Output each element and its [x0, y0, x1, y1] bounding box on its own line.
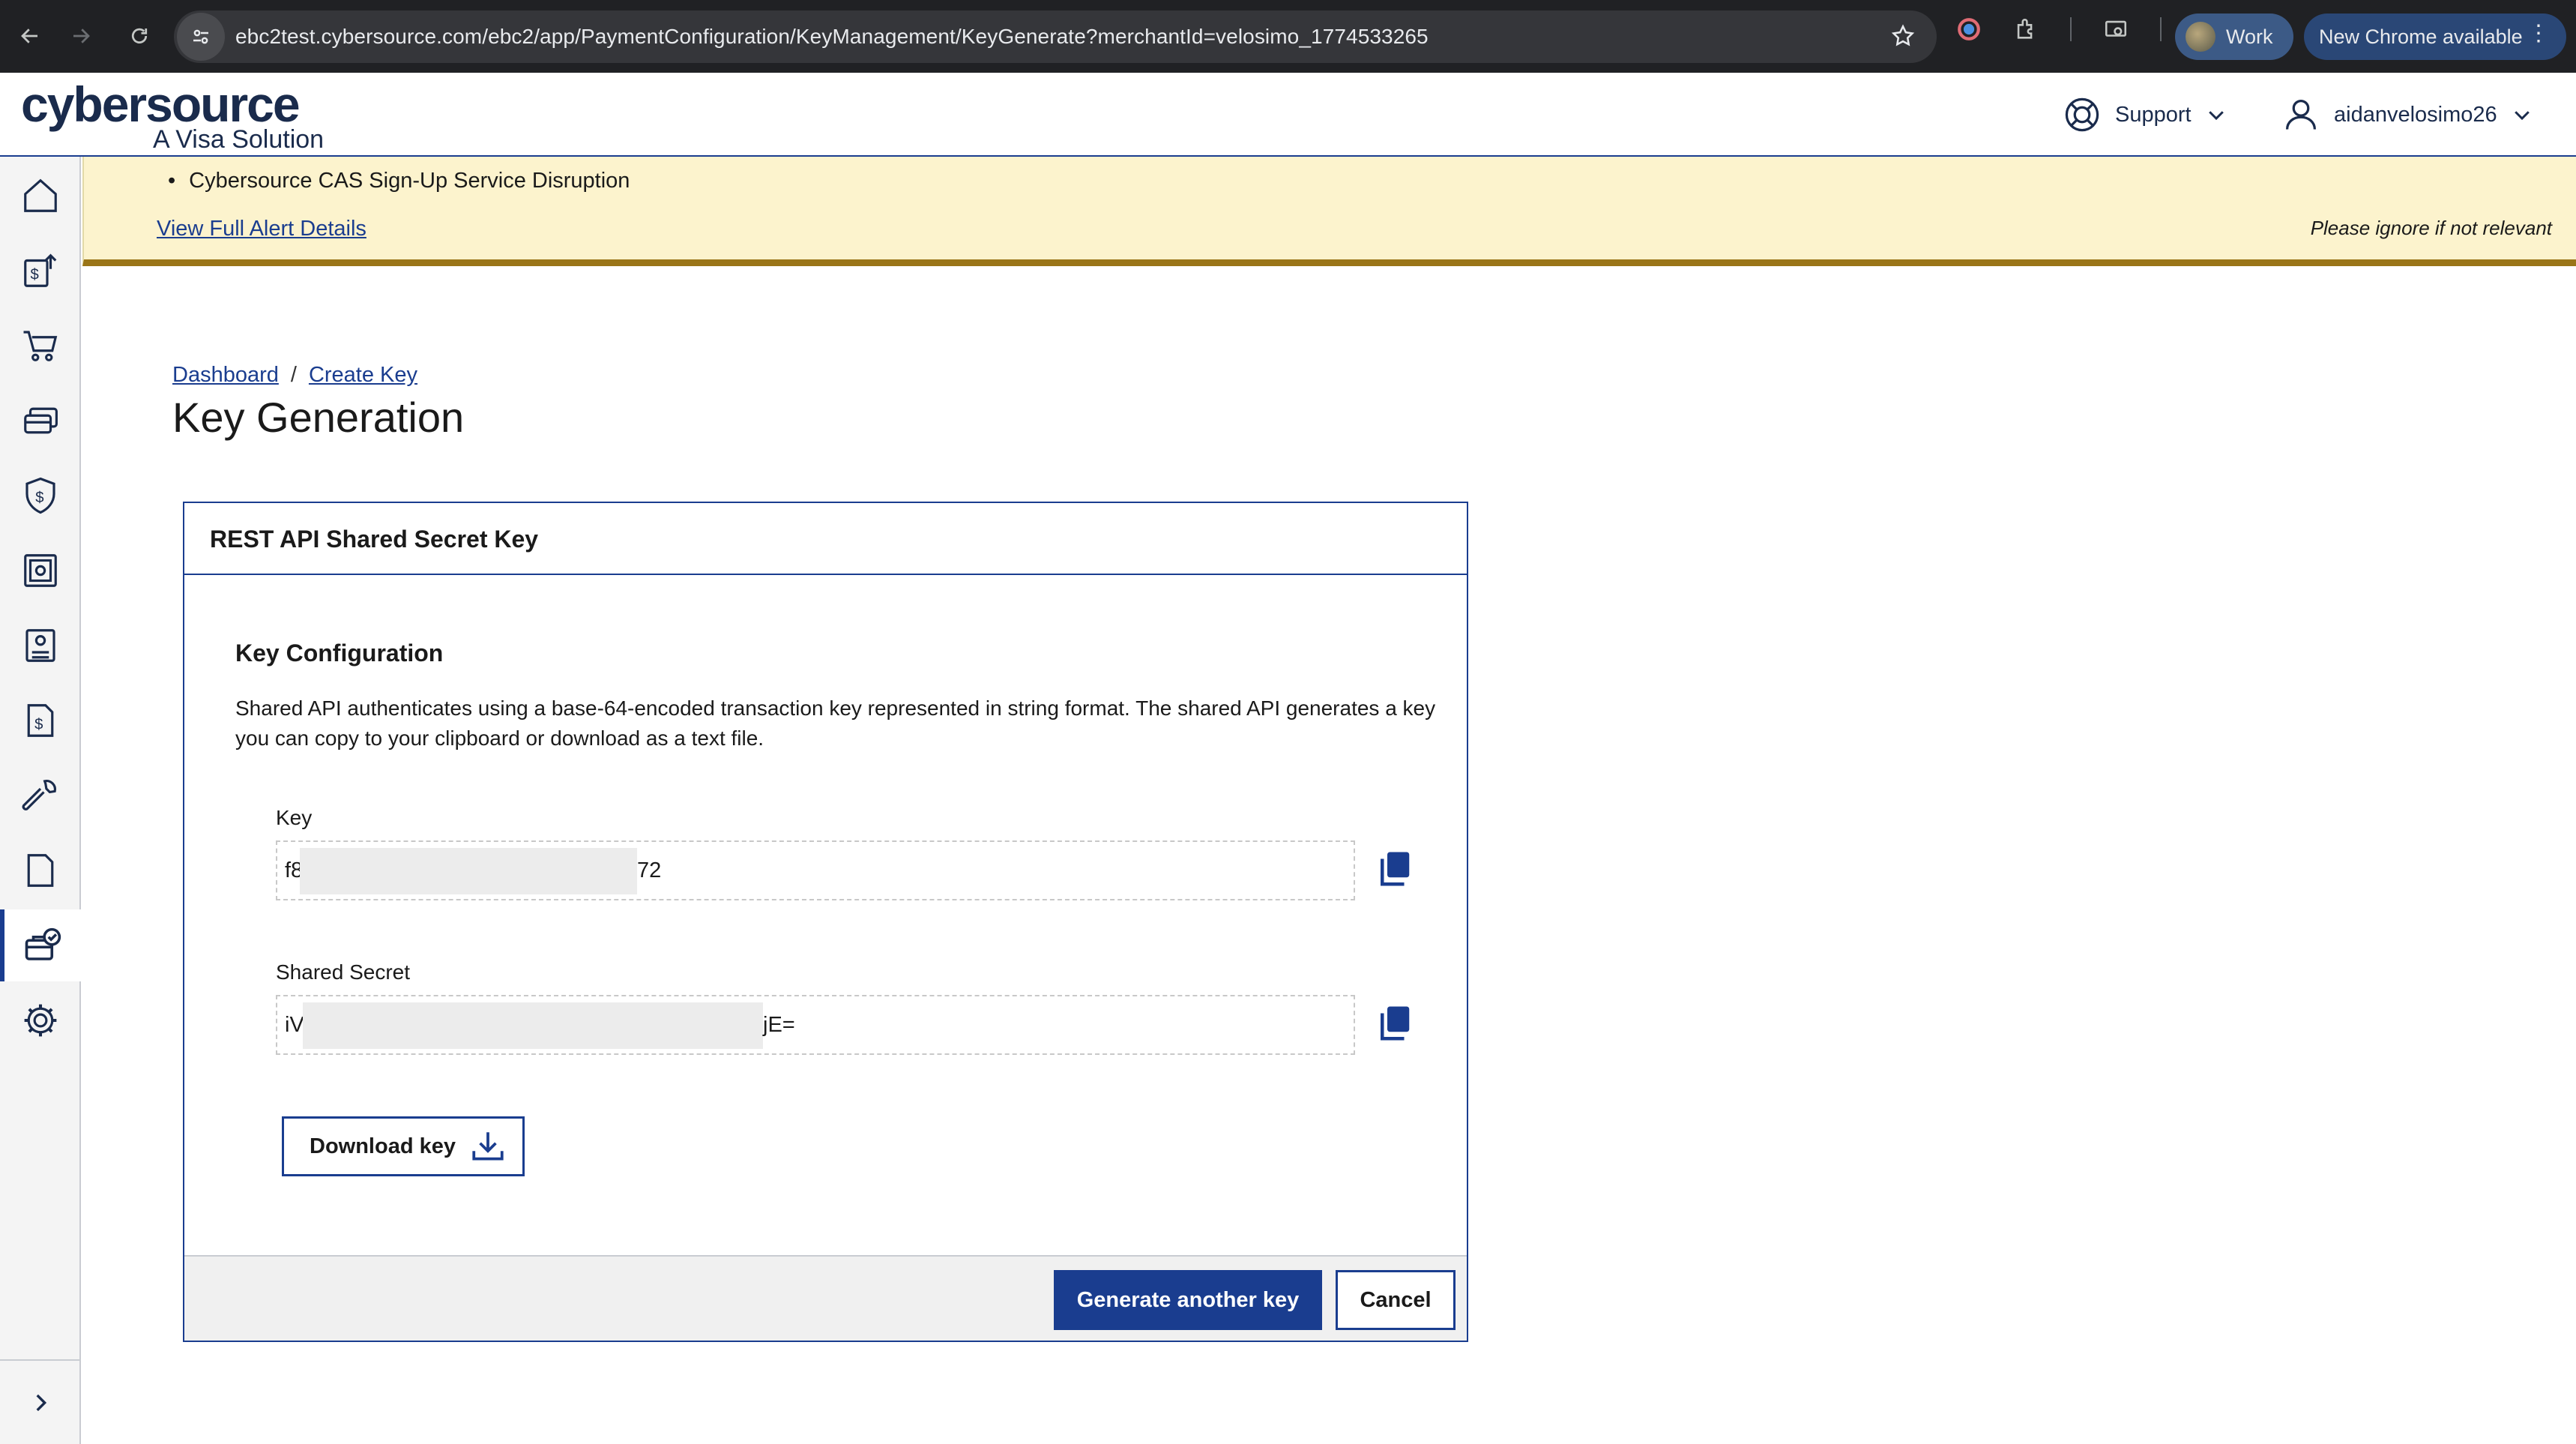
bookmark-star-icon[interactable]	[1890, 23, 1916, 49]
generate-another-key-button[interactable]: Generate another key	[1054, 1270, 1322, 1330]
back-icon[interactable]	[7, 13, 52, 58]
download-icon	[472, 1132, 504, 1161]
nav-cards[interactable]	[0, 385, 81, 457]
breadcrumb: Dashboard / Create Key	[172, 363, 417, 388]
invoice-icon: $	[27, 704, 54, 737]
breadcrumb-create-key-link[interactable]: Create Key	[309, 363, 417, 388]
support-label: Support	[2115, 102, 2192, 127]
svg-text:$: $	[35, 490, 43, 506]
url-text: ebc2test.cybersource.com/ebc2/app/Paymen…	[235, 25, 1429, 48]
user-icon	[2285, 99, 2317, 130]
nav-documents[interactable]	[0, 834, 81, 906]
key-value-end: 72	[637, 858, 662, 882]
key-generation-card: REST API Shared Secret Key Key Configura…	[183, 502, 1468, 1342]
site-info-icon[interactable]	[177, 13, 225, 61]
alert-item: • Cybersource CAS Sign-Up Service Disrup…	[168, 169, 630, 193]
document-icon	[27, 854, 54, 887]
logo-brand: cybersource	[21, 76, 301, 132]
vault-icon	[24, 554, 57, 587]
card-header: REST API Shared Secret Key	[184, 503, 1467, 575]
nav-vault[interactable]	[0, 535, 81, 607]
terminal-icon	[25, 629, 55, 662]
bullet: •	[168, 169, 176, 193]
secret-label: Shared Secret	[276, 960, 410, 984]
copy-icon	[1381, 1006, 1410, 1041]
browser-toolbar: ebc2test.cybersource.com/ebc2/app/Paymen…	[0, 0, 2576, 73]
secret-value-end: jE=	[763, 1013, 795, 1037]
nav-orders[interactable]	[0, 310, 81, 382]
fraud-shield-icon: $	[25, 477, 55, 514]
key-label: Key	[276, 806, 313, 829]
cast-icon[interactable]	[2103, 16, 2129, 42]
address-bar[interactable]: ebc2test.cybersource.com/ebc2/app/Paymen…	[174, 10, 1937, 63]
logo-tagline: A Visa Solution	[153, 125, 325, 154]
extension-color-icon[interactable]	[1956, 16, 1982, 42]
card-title: REST API Shared Secret Key	[210, 526, 539, 553]
profile-chip[interactable]: Work	[2175, 13, 2293, 60]
tools-icon	[22, 780, 56, 810]
svg-text:$: $	[31, 266, 39, 283]
alert-banner: • Cybersource CAS Sign-Up Service Disrup…	[82, 157, 2576, 266]
alert-item-text: Cybersource CAS Sign-Up Service Disrupti…	[189, 169, 630, 193]
download-key-label: Download key	[310, 1134, 456, 1158]
toolbar-divider	[2070, 17, 2072, 41]
card-footer: Generate another key Cancel	[184, 1255, 1467, 1341]
profile-label: Work	[2226, 25, 2273, 48]
chevron-down-icon	[2514, 111, 2530, 121]
home-icon	[24, 178, 57, 212]
view-alert-details-link[interactable]: View Full Alert Details	[157, 217, 367, 241]
alert-note: Please ignore if not relevant	[2310, 217, 2552, 239]
cart-icon	[23, 331, 58, 361]
left-nav-rail: $ $ $	[0, 157, 82, 1444]
nav-fraud[interactable]: $	[0, 460, 81, 532]
cards-icon	[24, 407, 58, 434]
user-label: aidanvelosimo26	[2334, 102, 2497, 127]
nav-invoices[interactable]: $	[0, 685, 81, 756]
breadcrumb-dashboard-link[interactable]: Dashboard	[172, 363, 279, 388]
cancel-button[interactable]: Cancel	[1336, 1270, 1456, 1330]
more-menu-icon[interactable]: ⋮	[2527, 22, 2550, 45]
nav-terminal[interactable]	[0, 610, 81, 682]
update-label: New Chrome available	[2319, 25, 2523, 48]
page-title: Key Generation	[172, 394, 465, 441]
reload-icon[interactable]	[117, 13, 162, 58]
copy-key-button[interactable]	[1372, 844, 1417, 894]
user-menu[interactable]: aidanvelosimo26	[2281, 95, 2533, 134]
avatar	[2186, 22, 2215, 52]
chrome-update-button[interactable]: New Chrome available ⋮	[2304, 13, 2566, 60]
cybersource-logo[interactable]: cybersource A Visa Solution	[21, 76, 324, 154]
nav-payment-configuration[interactable]	[0, 909, 82, 981]
payments-icon: $	[24, 253, 57, 287]
lifebuoy-icon	[2065, 97, 2099, 132]
nav-settings[interactable]	[0, 984, 81, 1056]
download-key-button[interactable]: Download key	[282, 1116, 525, 1176]
toolbar-divider	[2160, 17, 2162, 41]
settings-icon	[24, 1004, 57, 1037]
nav-home[interactable]	[0, 160, 81, 232]
copy-icon	[1381, 852, 1410, 886]
expand-nav-button[interactable]	[0, 1367, 81, 1439]
key-field[interactable]: f8 72	[276, 840, 1355, 900]
chevron-right-icon	[36, 1394, 47, 1412]
forward-icon[interactable]	[58, 13, 103, 58]
app-header: cybersource A Visa Solution Support aida…	[0, 73, 2576, 157]
rail-divider	[0, 1359, 81, 1361]
chevron-down-icon	[2208, 111, 2224, 121]
nav-tools[interactable]	[0, 759, 81, 831]
support-menu[interactable]: Support	[2063, 95, 2227, 134]
payment-config-icon	[25, 927, 61, 960]
nav-payments[interactable]: $	[0, 235, 81, 307]
breadcrumb-separator: /	[290, 363, 297, 387]
section-title: Key Configuration	[235, 640, 444, 667]
svg-text:$: $	[34, 716, 43, 732]
section-description: Shared API authenticates using a base-64…	[235, 697, 1436, 750]
key-redaction-mask	[300, 848, 637, 894]
secret-redaction-mask	[303, 1002, 763, 1049]
extensions-puzzle-icon[interactable]	[2013, 16, 2039, 42]
shared-secret-field[interactable]: iV: jE=	[276, 995, 1355, 1055]
copy-secret-button[interactable]	[1372, 999, 1417, 1048]
